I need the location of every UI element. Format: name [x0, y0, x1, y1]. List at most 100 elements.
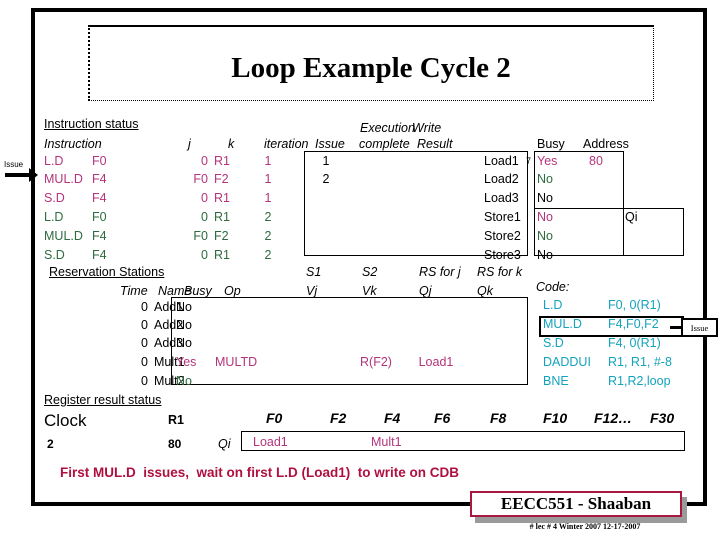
cell-j: 0: [201, 191, 208, 205]
cell-rs-busy: No: [176, 374, 192, 388]
col-header-write: Write: [412, 121, 442, 135]
col-header-qk: Qk: [477, 284, 493, 298]
cell-issue: 1: [322, 154, 330, 168]
cell-k: R1: [214, 191, 230, 205]
issue-arrow-shaft: [5, 173, 31, 177]
code-line-op: S.D: [543, 336, 564, 350]
issue-arrow-label: Issue: [4, 160, 24, 169]
cell-buffer-name: Store1: [484, 210, 521, 224]
slide-caption: First MUL.D issues, wait on first L.D (L…: [60, 465, 460, 480]
cell-buffer-busy: Yes: [537, 154, 558, 168]
clock-label: Clock: [44, 411, 87, 430]
col-header-result: Result: [417, 137, 453, 151]
cell-j: F0: [193, 172, 208, 186]
page-title: Loop Example Cycle 2: [231, 52, 511, 84]
cell-dest: F4: [92, 172, 107, 186]
cell-dest: F0: [92, 154, 107, 168]
cell-dest: F4: [92, 229, 107, 243]
col-header-instruction: Instruction: [44, 137, 102, 151]
cell-instruction: S.D: [44, 248, 65, 262]
cell-issue: 2: [322, 172, 330, 186]
register-header-F0: F0: [266, 410, 283, 426]
col-header-issue: Issue: [315, 137, 345, 151]
cell-instruction: MUL.D: [44, 172, 83, 186]
cell-instruction: MUL.D: [44, 229, 83, 243]
cell-j: 0: [201, 248, 208, 262]
register-value-F4: Mult1: [371, 435, 402, 449]
register-result-status-section-label: Register result status: [44, 393, 162, 407]
code-line-args: F0, 0(R1): [608, 298, 661, 312]
cell-rs-time: 0: [141, 318, 148, 332]
r1-value: 80: [168, 437, 182, 451]
cell-rs-time: 0: [141, 355, 148, 369]
register-header-F6: F6: [434, 410, 451, 426]
load1-marker: 7: [526, 156, 532, 166]
col-header-rs-for-j: RS for j: [419, 265, 461, 279]
cell-instruction: S.D: [44, 191, 65, 205]
col-header-busy-rs: Busy: [184, 284, 212, 298]
course-banner: EECC551 - Shaaban: [470, 491, 682, 517]
cell-buffer-name: Store2: [484, 229, 521, 243]
register-header-F10: F10: [543, 410, 568, 426]
issue-callout-label: Issue: [681, 318, 718, 337]
cell-rs-qj: Load1: [418, 355, 454, 369]
cell-instruction: L.D: [44, 210, 64, 224]
cell-buffer-busy: No: [537, 172, 553, 186]
cell-rs-busy: No: [176, 318, 192, 332]
cell-k: R1: [214, 154, 230, 168]
qi-label-registers: Qi: [218, 437, 231, 451]
cell-iteration: 1: [264, 154, 272, 168]
col-header-s1: S1: [306, 265, 322, 279]
code-line-args: R1,R2,loop: [608, 374, 671, 388]
cell-buffer-busy: No: [537, 191, 553, 205]
r1-label: R1: [168, 413, 184, 427]
cell-buffer-name: Store3: [484, 248, 521, 262]
instruction-status-section-label: Instruction status: [44, 117, 139, 131]
cell-dest: F4: [92, 191, 107, 205]
cell-buffer-address: 80: [589, 154, 603, 168]
col-header-rs-for-k: RS for k: [477, 265, 523, 279]
cell-k: R1: [214, 248, 230, 262]
cell-iteration: 2: [264, 229, 272, 243]
cell-k: F2: [214, 229, 229, 243]
store-qi-box: [534, 208, 684, 256]
clock-value: 2: [47, 437, 54, 451]
cell-rs-vk: R(F2): [360, 355, 392, 369]
cell-j: 0: [201, 210, 208, 224]
cell-j: 0: [201, 154, 208, 168]
cell-rs-op: MULTD: [215, 355, 258, 369]
cell-buffer-name: Load2: [484, 172, 519, 186]
cell-iteration: 2: [264, 248, 272, 262]
col-header-qj: Qj: [419, 284, 432, 298]
issue-arrow-head-icon: [29, 168, 38, 182]
cell-instruction: L.D: [44, 154, 64, 168]
register-header-F8: F8: [490, 410, 507, 426]
code-line-op: L.D: [543, 298, 563, 312]
reservation-stations-box: [171, 297, 528, 385]
register-header-F4: F4: [384, 410, 401, 426]
col-header-vk: Vk: [362, 284, 377, 298]
col-header-k: k: [228, 137, 235, 151]
cell-rs-time: 0: [141, 374, 148, 388]
col-header-s2: S2: [362, 265, 378, 279]
cell-rs-busy: No: [176, 336, 192, 350]
col-header-op: Op: [224, 284, 241, 298]
cell-buffer-name: Load1: [484, 154, 519, 168]
register-header-F2: F2: [330, 410, 347, 426]
cell-j: F0: [193, 229, 208, 243]
cell-buffer-busy: No: [537, 210, 553, 224]
col-header-iteration: iteration: [264, 137, 309, 151]
cell-k: F2: [214, 172, 229, 186]
cell-k: R1: [214, 210, 230, 224]
col-header-execution: Execution: [360, 121, 415, 135]
cell-iteration: 2: [264, 210, 272, 224]
cell-rs-busy: No: [176, 300, 192, 314]
register-value-F0: Load1: [253, 435, 288, 449]
cell-dest: F4: [92, 248, 107, 262]
col-header-time: Time: [120, 284, 148, 298]
cell-buffer-busy: No: [537, 248, 553, 262]
code-line-args: R1, R1, #-8: [608, 355, 672, 369]
cell-buffer-name: Load3: [484, 191, 519, 205]
cell-iteration: 1: [264, 191, 272, 205]
code-highlight-box: [539, 316, 684, 337]
